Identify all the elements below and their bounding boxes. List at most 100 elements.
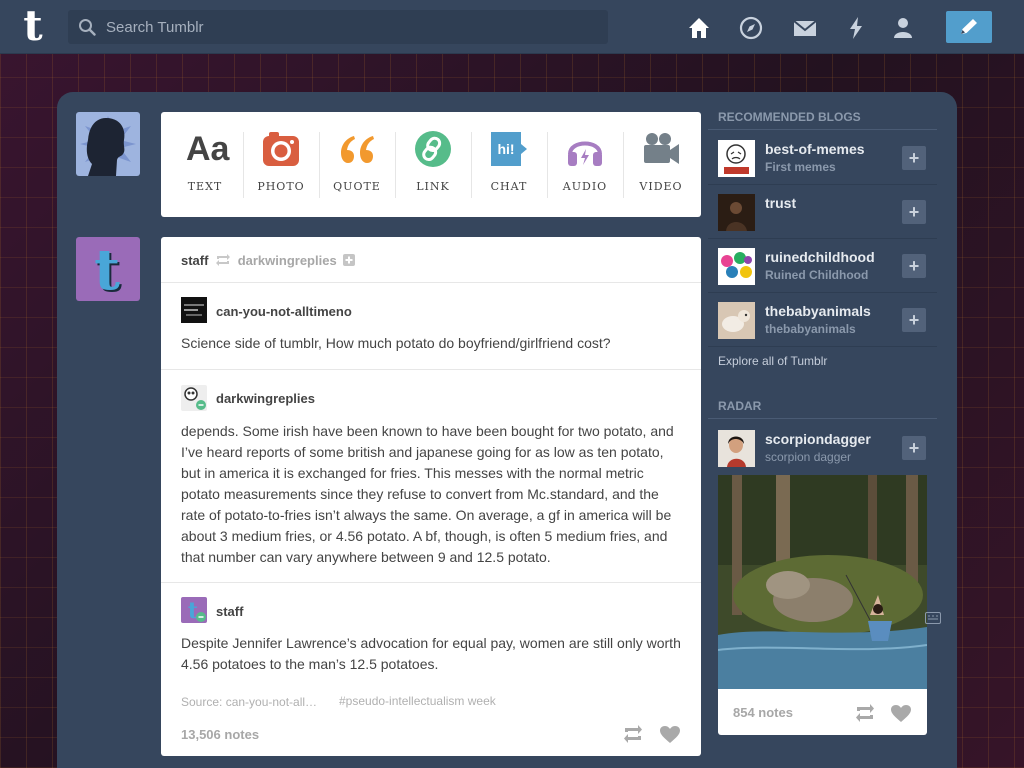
quote-label: QUOTE: [333, 180, 381, 193]
recommended-blog[interactable]: trust +: [708, 185, 937, 239]
follow-blog-button[interactable]: +: [902, 308, 926, 332]
home-icon[interactable]: [686, 15, 712, 41]
reblog-username[interactable]: can-you-not-alltimeno: [216, 304, 352, 319]
divider: [161, 369, 701, 370]
post-author-avatar[interactable]: t t: [76, 237, 140, 301]
reblog-user-avatar[interactable]: t: [181, 597, 207, 624]
divider: [161, 582, 701, 583]
blog-avatar: [718, 140, 755, 177]
reblog-icon: [216, 254, 231, 266]
blog-name: thebabyanimals: [765, 303, 871, 319]
post-author[interactable]: staff: [181, 253, 208, 268]
new-link-post-button[interactable]: LINK: [395, 112, 471, 217]
follow-blog-button[interactable]: +: [902, 200, 926, 224]
svg-text:t: t: [94, 237, 120, 301]
recommended-blog[interactable]: best-of-memes First memes +: [708, 131, 937, 185]
reblog-icon[interactable]: [854, 703, 876, 723]
blog-name: best-of-memes: [765, 141, 865, 157]
recommended-blog[interactable]: ruinedchildhood Ruined Childhood +: [708, 239, 937, 293]
reblog-user-avatar[interactable]: [181, 385, 207, 411]
new-video-post-button[interactable]: VIDEO: [623, 112, 699, 217]
radar-blog[interactable]: scorpiondagger scorpion dagger +: [708, 421, 937, 475]
blog-name: trust: [765, 195, 797, 211]
staff-t-logo-avatar: t t: [94, 237, 122, 301]
link-label: LINK: [416, 180, 450, 193]
reblog-username[interactable]: darkwingreplies: [216, 391, 315, 406]
divider: [708, 418, 937, 419]
quote-icon: [341, 136, 374, 163]
explore-icon[interactable]: [738, 15, 764, 41]
chat-label: CHAT: [490, 180, 528, 193]
post-text: depends. Some irish have been known to h…: [181, 423, 674, 565]
silhouette-avatar-image: [80, 116, 136, 176]
divider: [708, 129, 937, 130]
inbox-icon[interactable]: [792, 15, 818, 41]
radar-title: RADAR: [718, 399, 762, 413]
post-header: staff darkwingreplies: [181, 253, 356, 268]
divider: [161, 282, 701, 283]
activity-icon[interactable]: [843, 15, 869, 41]
post-text: Science side of tumblr, How much potato …: [181, 335, 611, 351]
blog-avatar: [718, 194, 755, 231]
camera-icon: [263, 132, 299, 166]
radar-post-card[interactable]: 854 notes: [718, 475, 927, 735]
user-avatar[interactable]: [76, 112, 140, 176]
recommended-blogs-title: RECOMMENDED BLOGS: [718, 110, 861, 124]
post-text: Despite Jennifer Lawrence’s advocation f…: [181, 635, 681, 672]
follow-blog-button[interactable]: +: [902, 436, 926, 460]
like-heart-icon[interactable]: [890, 704, 912, 723]
headphones-icon: [568, 141, 602, 166]
pencil-icon: [961, 19, 977, 34]
search-input[interactable]: [106, 10, 596, 44]
blog-title: thebabyanimals: [765, 322, 856, 336]
photo-label: PHOTO: [257, 180, 305, 193]
post-tag[interactable]: #pseudo-intellectualism week: [339, 694, 496, 708]
blog-title: scorpion dagger: [765, 450, 852, 464]
reblogged-from-user[interactable]: darkwingreplies: [238, 253, 337, 268]
post-source[interactable]: Source: can-you-not-all…: [181, 695, 317, 709]
notes-count[interactable]: 13,506 notes: [181, 727, 259, 742]
top-navigation-bar: t: [0, 0, 1024, 54]
keyboard-shortcuts-icon[interactable]: [925, 612, 941, 624]
like-heart-icon[interactable]: [659, 725, 681, 744]
video-label: VIDEO: [639, 180, 683, 193]
link-icon: [415, 131, 451, 167]
blog-avatar: [718, 430, 755, 467]
tumblr-logo[interactable]: t: [16, 5, 50, 47]
blog-name: ruinedchildhood: [765, 249, 875, 265]
new-photo-post-button[interactable]: PHOTO: [243, 112, 319, 217]
search-box[interactable]: [68, 10, 608, 44]
recommended-blog[interactable]: thebabyanimals thebabyanimals +: [708, 293, 937, 347]
blog-title: Ruined Childhood: [765, 268, 869, 282]
new-audio-post-button[interactable]: AUDIO: [547, 112, 623, 217]
compose-button[interactable]: [946, 11, 992, 43]
new-quote-post-button[interactable]: QUOTE: [319, 112, 395, 217]
radar-notes-count[interactable]: 854 notes: [733, 705, 793, 720]
thumbnail-image: [184, 304, 204, 316]
account-icon[interactable]: [890, 15, 916, 41]
reblog-icon[interactable]: [622, 724, 644, 744]
explore-link[interactable]: Explore all of Tumblr: [718, 354, 827, 368]
chat-icon: hi!: [491, 132, 527, 166]
radar-post-image[interactable]: [718, 475, 927, 689]
text-label: TEXT: [187, 180, 223, 193]
text-icon: Aa: [186, 130, 230, 168]
video-icon: [644, 133, 679, 164]
new-text-post-button[interactable]: Aa TEXT: [167, 112, 243, 217]
reblog-username[interactable]: staff: [216, 604, 243, 619]
audio-label: AUDIO: [562, 180, 608, 193]
follow-blog-button[interactable]: +: [902, 254, 926, 278]
thumbnail-image: t: [188, 598, 206, 624]
reblog-user-avatar[interactable]: [181, 297, 207, 323]
post-type-bar: Aa TEXT PHOTO QUOTE LINK hi! CHAT AUDIO …: [161, 112, 701, 217]
search-icon: [79, 19, 96, 36]
blog-avatar: [718, 302, 755, 339]
new-chat-post-button[interactable]: hi! CHAT: [471, 112, 547, 217]
blog-avatar: [718, 248, 755, 285]
svg-text:hi!: hi!: [497, 141, 514, 157]
follow-blog-button[interactable]: +: [902, 146, 926, 170]
thumbnail-image: [184, 387, 206, 410]
follow-plus-icon[interactable]: [343, 254, 356, 266]
blog-title: First memes: [765, 160, 836, 174]
post-card: staff darkwingreplies can-you-not-alltim…: [161, 237, 701, 756]
